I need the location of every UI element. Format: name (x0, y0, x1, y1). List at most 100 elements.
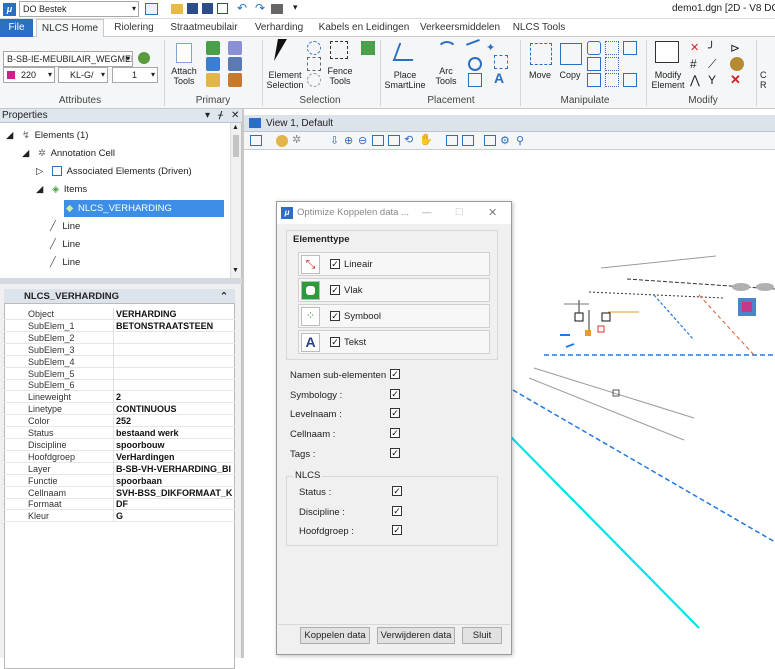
scroll-up-icon[interactable]: ▲ (232, 124, 239, 131)
pin-icon[interactable]: ᚋ (218, 109, 223, 123)
trim-icon[interactable]: # (690, 57, 704, 71)
close-icon[interactable]: ✕ (231, 109, 239, 123)
tab-nlcs-home[interactable]: NLCS Home (36, 19, 104, 37)
save-settings-icon[interactable] (202, 3, 213, 14)
fence-options-icon[interactable] (361, 41, 375, 55)
stretch-icon[interactable] (605, 73, 619, 87)
paint-icon[interactable] (730, 57, 744, 71)
dialog-titlebar[interactable]: μ Optimize Koppelen data ... — ☐ ✕ (277, 202, 511, 224)
delete-icon[interactable]: ✕ (730, 73, 744, 87)
tree-node-elements[interactable]: ◢ ↯ Elements (1) (6, 127, 88, 144)
tab-verkeersmiddelen[interactable]: Verkeersmiddelen (420, 19, 500, 37)
verwijderen-data-button[interactable]: Verwijderen data (377, 627, 455, 644)
status-checkbox[interactable]: ✓ (392, 486, 402, 496)
lineair-checkbox[interactable]: ✓ (330, 259, 340, 269)
property-row[interactable]: Hoofdgroep VerHardingen (4, 450, 235, 463)
tree-node-line[interactable]: ╱ Line (50, 218, 80, 235)
tab-straatmeubilair[interactable]: Straatmeubilair (168, 19, 240, 37)
maximize-icon[interactable]: ☐ (455, 202, 464, 224)
camera-icon[interactable]: ⚲ (516, 134, 524, 147)
customize-chevron-icon[interactable]: ▾ (293, 2, 298, 13)
display-style-icon[interactable] (276, 135, 288, 147)
tekst-checkbox[interactable]: ✓ (330, 337, 340, 347)
clip-volume-icon[interactable]: ⚙ (500, 134, 510, 147)
hoofdgroep-checkbox[interactable]: ✓ (392, 525, 402, 535)
tree-node-items[interactable]: ◢ ◈ Items (36, 181, 87, 198)
namen-sub-elementen-checkbox[interactable]: ✓ (390, 369, 400, 379)
rotate-icon[interactable] (587, 41, 601, 55)
workspace-combo[interactable]: DO Bestek ▾ (19, 1, 139, 17)
property-row[interactable]: Object VERHARDING (4, 308, 235, 320)
property-row[interactable]: SubElem_2 (4, 331, 235, 344)
mirror-icon[interactable] (587, 73, 601, 87)
property-row[interactable]: Status bestaand werk (4, 427, 235, 439)
property-row[interactable]: SubElem_4 (4, 355, 235, 368)
property-row[interactable]: SubElem_3 (4, 343, 235, 356)
copy-view-icon[interactable] (484, 135, 496, 146)
print-icon[interactable] (271, 4, 283, 14)
minimize-icon[interactable]: — (422, 202, 432, 224)
dimension-icon[interactable]: ⊳ (730, 41, 744, 55)
tree-node-line[interactable]: ╱ Line (50, 236, 80, 253)
properties-section-header[interactable]: NLCS_VERHARDING ⌃ (4, 289, 235, 304)
property-row[interactable]: Color 252 (4, 415, 235, 428)
tree-scrollbar[interactable]: ▲ ▼ (230, 123, 241, 278)
property-row[interactable]: Formaat DF (4, 498, 235, 511)
copy-button[interactable]: Copy (555, 70, 585, 80)
tab-nlcs-tools[interactable]: NLCS Tools (508, 19, 570, 37)
element-selection-button[interactable]: Element Selection (264, 70, 306, 90)
arc-tools-button[interactable]: Arc Tools (428, 66, 464, 86)
fit-view-icon[interactable] (388, 135, 400, 146)
property-row[interactable]: Kleur G (4, 510, 235, 523)
circle-icon[interactable] (468, 57, 482, 71)
save-icon[interactable] (187, 3, 198, 14)
fence-tools-button[interactable]: Fence Tools (320, 66, 360, 86)
expand-icon[interactable]: ◢ (22, 148, 29, 159)
modify-element-button[interactable]: Modify Element (648, 70, 688, 90)
close-icon[interactable]: ✕ (488, 202, 497, 224)
tab-file[interactable]: File (0, 19, 33, 37)
fillet-icon[interactable]: ╯ (708, 41, 722, 55)
rotate-view-icon[interactable]: ⟲ (404, 133, 413, 146)
property-row[interactable]: SubElem_5 (4, 367, 235, 380)
tab-kabels-en-leidingen[interactable]: Kabels en Leidingen (316, 19, 412, 37)
discipline-checkbox[interactable]: ✓ (392, 506, 402, 516)
property-row[interactable]: SubElem_6 (4, 379, 235, 392)
collapse-section-icon[interactable]: ⌃ (220, 289, 228, 304)
tree-node-line[interactable]: ╱ Line (50, 254, 80, 271)
level-combo[interactable]: B-SB-IE-MEUBILAIR_WEGMEL ▾ (3, 51, 133, 67)
references-icon[interactable] (206, 57, 220, 71)
move-button[interactable]: Move (525, 70, 555, 80)
tags-checkbox[interactable]: ✓ (390, 448, 400, 458)
select-all-icon[interactable] (307, 41, 321, 55)
property-row[interactable]: Cellnaam SVH-BSS_DIKFORMAAT_K (4, 486, 235, 499)
panel-menu-icon[interactable]: ▾ (205, 109, 210, 123)
cell-icon[interactable]: ✦ (486, 41, 500, 55)
view-previous-icon[interactable] (446, 135, 458, 146)
collapse-icon[interactable]: ▷ (36, 166, 43, 177)
models-icon[interactable] (206, 73, 220, 87)
koppelen-data-button[interactable]: Koppelen data (300, 627, 370, 644)
element-info-icon[interactable] (228, 57, 242, 71)
cellnaam-checkbox[interactable]: ✓ (390, 428, 400, 438)
array-icon[interactable] (605, 41, 619, 55)
point-icon[interactable] (468, 73, 482, 87)
weight-combo[interactable]: 1 ▾ (112, 67, 158, 83)
expand-icon[interactable]: ◢ (36, 184, 43, 195)
scroll-down-icon[interactable]: ▼ (232, 267, 239, 274)
property-row[interactable]: Discipline spoorbouw (4, 438, 235, 451)
sun-icon[interactable]: ✲ (292, 133, 301, 146)
compress-icon[interactable] (217, 3, 228, 14)
ribbon-overflow-button[interactable]: C R (760, 70, 775, 90)
linestyle-combo[interactable]: KL-G/ ▾ (58, 67, 108, 83)
vlak-checkbox[interactable]: ✓ (330, 285, 340, 295)
property-row[interactable]: SubElem_1 BETONSTRAATSTEEN (4, 319, 235, 332)
symbology-checkbox[interactable]: ✓ (390, 389, 400, 399)
attach-tools-button[interactable]: Attach Tools (166, 66, 202, 86)
place-smartline-button[interactable]: Place SmartLine (382, 70, 428, 90)
level-display-icon[interactable] (206, 41, 220, 55)
spin-icon[interactable] (623, 73, 637, 87)
window-area-icon[interactable] (372, 135, 384, 146)
zoom-in-icon[interactable]: ⊕ (344, 134, 353, 147)
select-by-attributes-icon[interactable] (307, 57, 321, 71)
